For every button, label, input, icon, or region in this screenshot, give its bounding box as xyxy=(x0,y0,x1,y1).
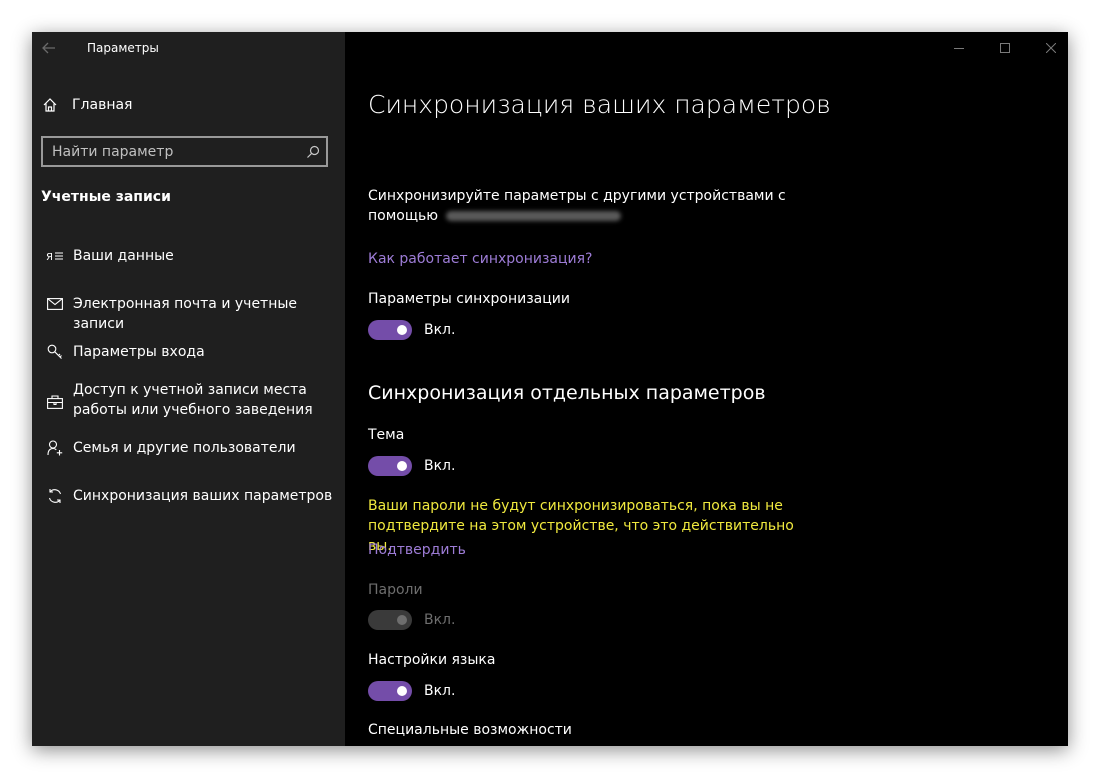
toggle-knob xyxy=(397,615,407,625)
mail-icon xyxy=(32,294,72,314)
sidebar-item-work-access[interactable]: Доступ к учетной записи места работы или… xyxy=(32,380,345,420)
sidebar-item-label: Синхронизация ваших параметров xyxy=(73,488,333,504)
back-button[interactable] xyxy=(32,32,66,64)
search-input[interactable] xyxy=(43,138,300,165)
sidebar-item-label: Семья и другие пользователи xyxy=(73,440,296,456)
toggle-knob xyxy=(397,686,407,696)
toggle-state-label: Вкл. xyxy=(424,612,456,628)
main-content: Синхронизация ваших параметров Синхрониз… xyxy=(345,32,1068,746)
key-icon xyxy=(32,342,72,362)
sidebar-item-label: Доступ к учетной записи места работы или… xyxy=(73,382,313,418)
language-label: Настройки языка xyxy=(368,652,496,668)
individual-settings-title: Синхронизация отдельных параметров xyxy=(368,382,766,404)
sidebar-item-sync[interactable]: Синхронизация ваших параметров xyxy=(32,486,345,506)
sidebar-item-label: Параметры входа xyxy=(73,344,205,360)
sync-settings-label: Параметры синхронизации xyxy=(368,291,570,307)
theme-label: Тема xyxy=(368,427,405,443)
accessibility-label: Специальные возможности xyxy=(368,722,572,738)
sidebar: Параметры Главная Учетные записи Я xyxy=(32,32,345,746)
passwords-label: Пароли xyxy=(368,582,423,598)
svg-text:Я: Я xyxy=(46,252,53,263)
back-arrow-icon xyxy=(42,42,55,54)
accounts-heading: Учетные записи xyxy=(41,189,171,205)
sidebar-item-label: Ваши данные xyxy=(73,248,174,264)
how-sync-works-link[interactable]: Как работает синхронизация? xyxy=(368,251,593,267)
passwords-toggle xyxy=(368,610,412,630)
sidebar-item-sign-in[interactable]: Параметры входа xyxy=(32,342,345,362)
home-nav-item[interactable]: Главная xyxy=(42,94,132,116)
toggle-state-label: Вкл. xyxy=(424,458,456,474)
add-person-icon xyxy=(32,438,72,458)
settings-window: Параметры Главная Учетные записи Я xyxy=(32,32,1068,746)
page-title: Синхронизация ваших параметров xyxy=(368,90,831,119)
sidebar-item-email[interactable]: Электронная почта и учетные записи xyxy=(32,294,345,334)
person-card-icon: Я xyxy=(32,246,72,266)
search-box xyxy=(41,136,328,167)
language-toggle[interactable] xyxy=(368,681,412,701)
sync-settings-toggle[interactable] xyxy=(368,320,412,340)
sync-settings-toggle-row[interactable]: Вкл. xyxy=(368,320,455,340)
language-toggle-row[interactable]: Вкл. xyxy=(368,681,455,701)
sidebar-item-your-info[interactable]: Я Ваши данные xyxy=(32,246,345,266)
passwords-toggle-row: Вкл. xyxy=(368,610,455,630)
search-icon[interactable] xyxy=(300,138,326,165)
app-title: Параметры xyxy=(87,41,159,55)
toggle-knob xyxy=(397,325,407,335)
briefcase-icon xyxy=(32,392,72,412)
sidebar-item-label: Электронная почта и учетные записи xyxy=(73,296,298,332)
toggle-state-label: Вкл. xyxy=(424,683,456,699)
theme-toggle-row[interactable]: Вкл. xyxy=(368,456,455,476)
toggle-knob xyxy=(397,461,407,471)
confirm-link[interactable]: Подтвердить xyxy=(368,542,466,558)
sidebar-item-family[interactable]: Семья и другие пользователи xyxy=(32,438,345,458)
blurred-email xyxy=(446,211,622,221)
home-icon xyxy=(43,98,57,112)
toggle-state-label: Вкл. xyxy=(424,322,456,338)
sync-icon xyxy=(32,486,72,506)
home-label: Главная xyxy=(72,97,133,113)
sync-description: Синхронизируйте параметры с другими устр… xyxy=(368,186,798,226)
theme-toggle[interactable] xyxy=(368,456,412,476)
